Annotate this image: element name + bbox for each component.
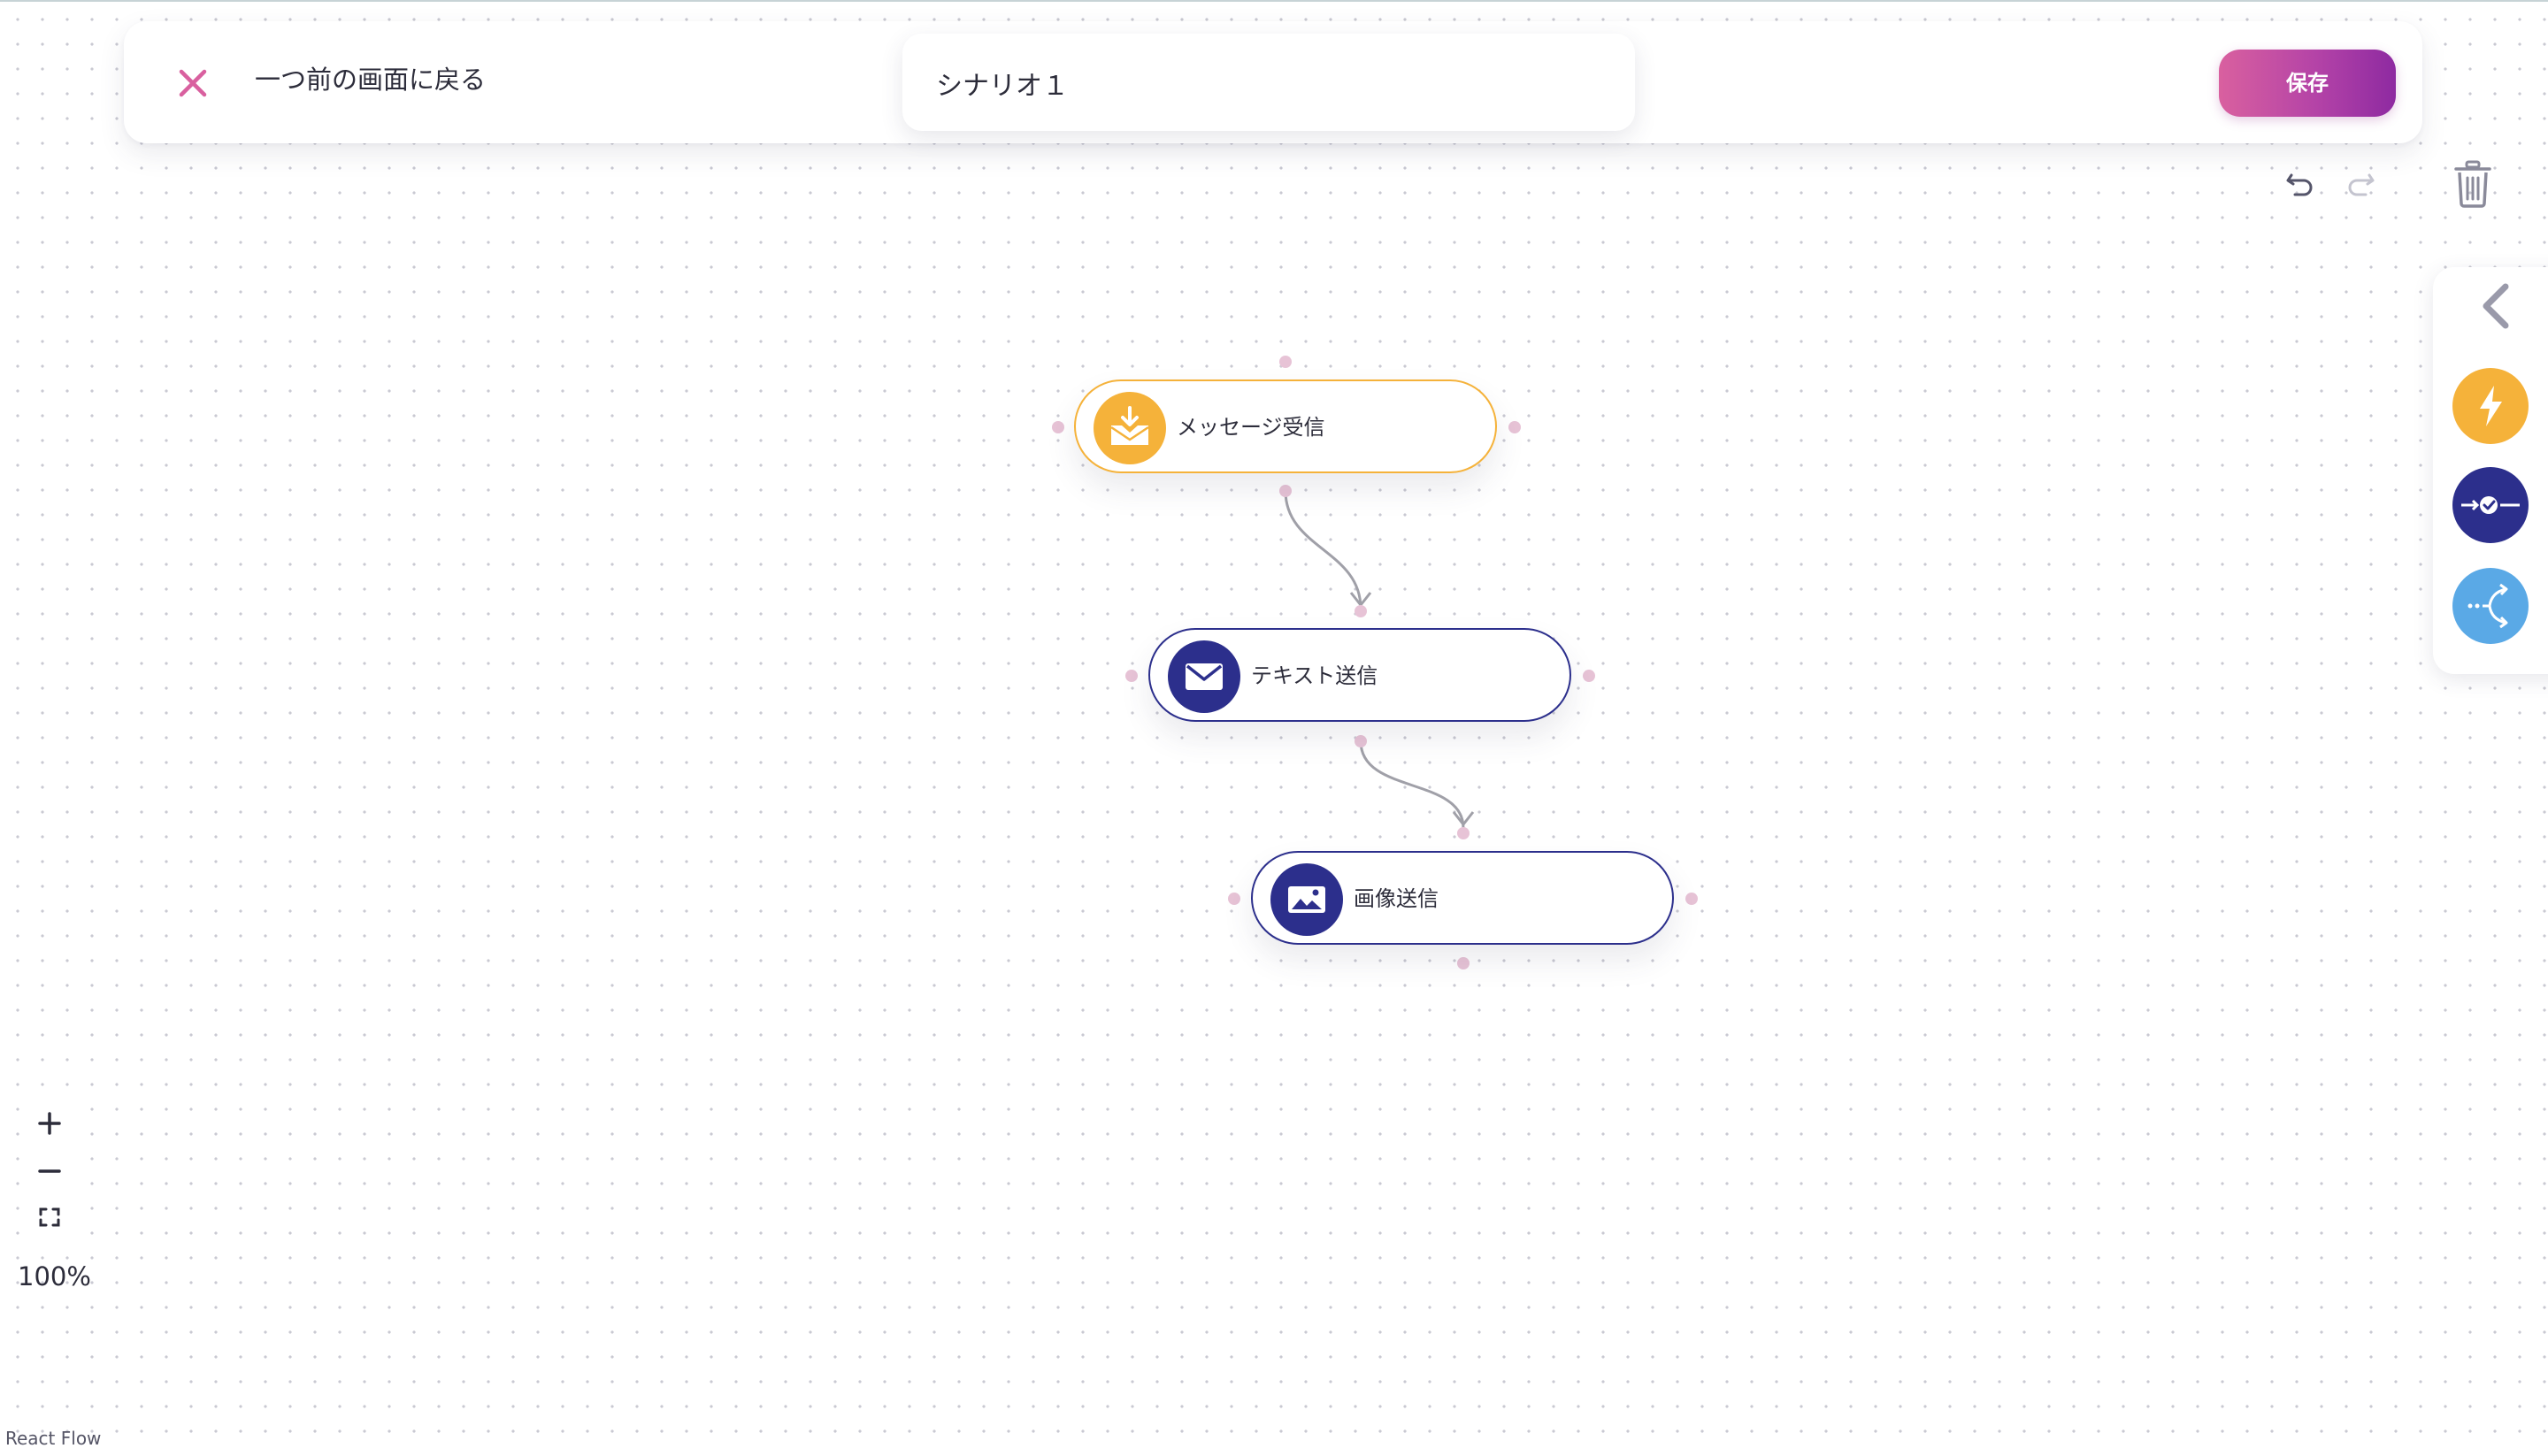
node-image-send[interactable]: 画像送信 <box>1251 851 1674 945</box>
node-handle-left[interactable] <box>1228 893 1240 905</box>
node-icon-badge <box>1094 392 1166 464</box>
add-trigger-button[interactable] <box>2452 368 2529 444</box>
redo-button[interactable] <box>2341 163 2380 202</box>
chevron-left-icon <box>2483 283 2509 329</box>
react-flow-attribution[interactable]: React Flow <box>5 1428 101 1449</box>
add-action-button[interactable] <box>2452 467 2529 543</box>
zoom-controls <box>25 1100 74 1238</box>
add-branch-button[interactable] <box>2452 568 2529 644</box>
node-label: 画像送信 <box>1354 886 1439 911</box>
node-handle-top[interactable] <box>1355 605 1367 617</box>
scenario-name-input[interactable] <box>934 57 1592 110</box>
zoom-in-button[interactable] <box>25 1100 74 1146</box>
node-handle-bottom[interactable] <box>1355 735 1367 747</box>
node-handle-left[interactable] <box>1052 421 1064 433</box>
save-button[interactable]: 保存 <box>2219 50 2396 117</box>
edge-receive-to-text <box>1284 490 1362 609</box>
fit-view-icon <box>39 1207 60 1227</box>
node-handle-top[interactable] <box>1457 827 1470 839</box>
node-icon-badge <box>1270 863 1343 936</box>
node-message-receive[interactable]: メッセージ受信 <box>1074 379 1497 473</box>
node-handle-right[interactable] <box>1508 421 1521 433</box>
branch-icon <box>2467 583 2508 629</box>
node-handle-bottom[interactable] <box>1279 485 1292 497</box>
node-handle-right[interactable] <box>1583 670 1595 682</box>
delete-button[interactable] <box>2452 159 2493 209</box>
node-text-send[interactable]: テキスト送信 <box>1148 628 1571 722</box>
zoom-out-button[interactable] <box>25 1146 74 1192</box>
undo-icon <box>2286 173 2313 196</box>
panel-collapse-button[interactable] <box>2474 280 2518 333</box>
node-handle-top[interactable] <box>1279 356 1292 368</box>
action-check-icon <box>2461 496 2520 514</box>
node-label: メッセージ受信 <box>1177 415 1325 440</box>
back-link[interactable]: 一つ前の画面に戻る <box>255 58 486 101</box>
envelope-icon <box>1186 663 1223 690</box>
node-icon-badge <box>1168 640 1240 713</box>
close-button[interactable] <box>173 64 212 103</box>
inbox-download-icon <box>1110 406 1149 445</box>
trash-icon <box>2454 160 2491 208</box>
node-handle-right[interactable] <box>1685 893 1698 905</box>
flow-edges <box>1284 490 1475 829</box>
node-handle-bottom[interactable] <box>1457 957 1470 969</box>
image-icon <box>1288 886 1325 913</box>
edge-text-to-image <box>1359 740 1465 829</box>
flow-canvas[interactable]: 一つ前の画面に戻る 保存 <box>0 0 2548 1454</box>
plus-icon <box>38 1112 61 1135</box>
edge-arrow-icon <box>1452 811 1475 826</box>
edge-arrow-icon <box>1349 592 1372 607</box>
close-icon <box>179 69 207 97</box>
undo-button[interactable] <box>2281 163 2320 202</box>
node-handle-left[interactable] <box>1125 670 1138 682</box>
fit-view-button[interactable] <box>25 1192 74 1238</box>
minus-icon <box>38 1169 61 1173</box>
redo-icon <box>2348 173 2375 196</box>
node-label: テキスト送信 <box>1251 663 1378 688</box>
lightning-icon <box>2480 386 2502 426</box>
zoom-level-readout: 100% <box>18 1261 91 1291</box>
scenario-name-box <box>902 34 1635 131</box>
